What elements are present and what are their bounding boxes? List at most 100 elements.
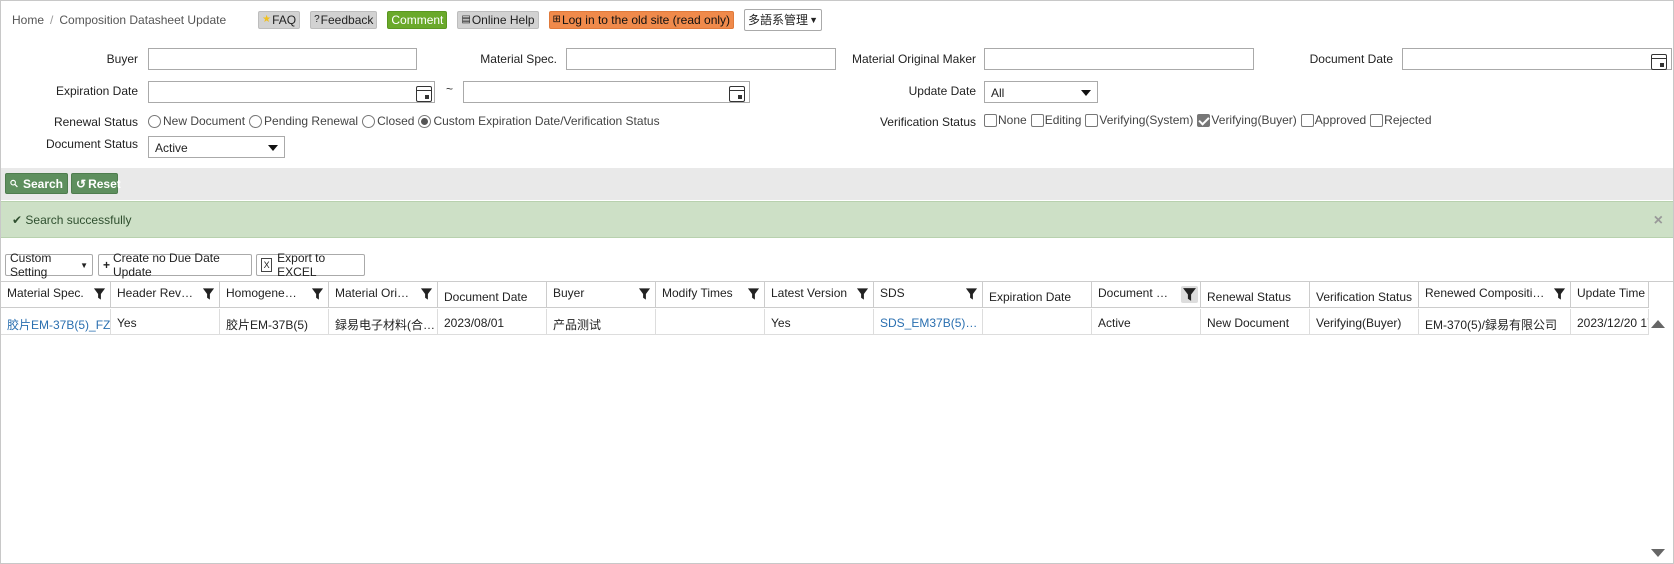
verification-check-approved[interactable] — [1300, 113, 1314, 127]
table-cell: 胶片EM-37B(5) — [220, 309, 329, 335]
star-icon: ★ — [262, 14, 272, 25]
scroll-down-icon[interactable] — [1651, 549, 1665, 557]
table-cell: New Document — [1201, 309, 1310, 335]
scroll-up-icon[interactable] — [1651, 320, 1665, 328]
custom-setting-dropdown[interactable]: Custom Setting ▼ — [5, 251, 93, 279]
filter-icon[interactable] — [965, 287, 978, 301]
column-header[interactable]: Renewal Status — [1201, 282, 1310, 308]
column-header[interactable]: Document Date — [438, 282, 547, 308]
column-title: Buyer — [553, 286, 585, 300]
filter-icon[interactable] — [1181, 286, 1198, 303]
filter-icon[interactable] — [1553, 287, 1566, 301]
verification-check-none[interactable] — [984, 113, 997, 127]
filter-icon[interactable] — [202, 287, 215, 301]
plus-icon: + — [103, 258, 111, 272]
expiration-date-to-input[interactable] — [463, 81, 750, 103]
filter-icon[interactable] — [420, 287, 433, 301]
online-help-button[interactable]: ▤ Online Help — [457, 11, 539, 29]
renewal-radio-closed[interactable] — [362, 114, 376, 128]
table-cell-link[interactable]: SDS_EM37B(5)… — [874, 309, 983, 335]
filter-icon[interactable] — [311, 287, 324, 301]
column-title: Header Rev… — [117, 286, 194, 300]
table-row[interactable]: 胶片EM-37B(5)_FZ Yes 胶片EM-37B(5) 録易电子材料(合…… — [1, 309, 1649, 335]
undo-icon: ↺ — [76, 176, 87, 191]
export-label: Export to EXCEL — [277, 251, 326, 279]
expiration-date-label: Expiration Date — [55, 84, 138, 98]
column-header[interactable]: Document … — [1092, 282, 1201, 308]
breadcrumb-home[interactable]: Home — [12, 13, 44, 27]
create-no-due-date-button[interactable]: + Create no Due Date Update — [98, 251, 252, 279]
language-dropdown[interactable]: 多語系管理 ▼ — [744, 9, 822, 31]
feedback-label: Feedback — [320, 13, 374, 27]
verification-check-editing[interactable] — [1030, 113, 1044, 127]
table-cell: EM-370(5)/録易有限公司 — [1419, 309, 1571, 335]
column-title: Update Time — [1577, 286, 1646, 300]
caret-down-icon — [1081, 90, 1091, 96]
column-header[interactable]: Renewed Compositi… — [1419, 282, 1571, 308]
filter-icon[interactable] — [93, 287, 106, 301]
verification-check-rejected[interactable] — [1370, 113, 1384, 127]
renewal-radio-new[interactable] — [148, 114, 161, 128]
material-maker-input[interactable] — [984, 48, 1254, 70]
verification-check-verifying-buyer[interactable] — [1197, 113, 1211, 127]
table-cell-link[interactable]: 胶片EM-37B(5)_FZ — [1, 309, 111, 335]
column-title: Verification Status — [1316, 290, 1413, 304]
search-label: Search — [22, 176, 63, 191]
verification-status-group: None Editing Verifying(System) Verifying… — [984, 113, 1436, 127]
column-header[interactable]: Buyer — [547, 282, 656, 308]
table-cell: 録易电子材料(合… — [329, 309, 438, 335]
verification-option-label: Verifying(Buyer) — [1211, 113, 1297, 127]
renewal-radio-pending[interactable] — [249, 114, 263, 128]
calendar-icon[interactable] — [1651, 54, 1667, 70]
top-bar: Home / Composition Datasheet Update ★ FAQ… — [12, 8, 832, 32]
reset-button[interactable]: ↺ Reset — [71, 173, 121, 194]
calendar-icon[interactable] — [729, 86, 745, 102]
renewal-option-label: Closed — [377, 114, 415, 128]
column-header[interactable]: Expiration Date — [983, 282, 1092, 308]
filter-icon[interactable] — [856, 287, 869, 301]
verification-option-label: Rejected — [1384, 113, 1432, 127]
search-icon — [10, 179, 18, 188]
expiration-date-from-input[interactable] — [148, 81, 435, 103]
table-cell: Verifying(Buyer) — [1310, 309, 1419, 335]
alert-message: ✔ Search successfully — [12, 213, 131, 227]
table-cell: Yes — [111, 309, 220, 335]
document-status-select[interactable]: Active — [148, 136, 285, 158]
search-button[interactable]: Search — [5, 173, 68, 194]
comment-button[interactable]: Comment — [387, 11, 448, 29]
feedback-button[interactable]: ? Feedback — [310, 11, 378, 29]
calendar-icon[interactable] — [416, 86, 432, 102]
column-header[interactable]: Header Rev… — [111, 282, 220, 308]
column-title: Material Spec. — [7, 286, 84, 300]
renewal-status-label: Renewal Status — [53, 115, 138, 129]
breadcrumb-current: Composition Datasheet Update — [59, 13, 227, 27]
column-title: Expiration Date — [989, 290, 1072, 304]
buyer-label: Buyer — [106, 52, 138, 66]
filter-icon[interactable] — [638, 287, 651, 301]
column-header[interactable]: Latest Version — [765, 282, 874, 308]
close-icon[interactable]: × — [1654, 212, 1663, 230]
check-icon: ✔ — [12, 213, 23, 227]
document-status-label: Document Status — [45, 137, 138, 151]
table-cell: 2023/08/01 — [438, 309, 547, 335]
export-excel-button[interactable]: X Export to EXCEL — [256, 251, 365, 279]
buyer-input[interactable] — [148, 48, 417, 70]
filter-icon[interactable] — [747, 287, 760, 301]
column-header[interactable]: Material Spec. — [1, 282, 111, 308]
alert-text: Search successfully — [25, 213, 132, 227]
faq-button[interactable]: ★ FAQ — [258, 11, 301, 29]
verification-check-verifying-system[interactable] — [1085, 113, 1099, 127]
column-header[interactable]: Modify Times — [656, 282, 765, 308]
renewal-radio-custom[interactable] — [418, 114, 432, 128]
update-date-select[interactable]: All — [984, 81, 1098, 103]
column-header[interactable]: SDS — [874, 282, 983, 308]
column-header[interactable]: Homogene… — [220, 282, 329, 308]
column-header[interactable]: Material Ori… — [329, 282, 438, 308]
column-header[interactable]: Update Time — [1571, 282, 1649, 308]
book-icon: ▤ — [461, 14, 471, 25]
material-spec-input[interactable] — [566, 48, 836, 70]
table-cell — [983, 309, 1092, 335]
column-header[interactable]: Verification Status — [1310, 282, 1419, 308]
old-site-button[interactable]: ⊞ Log in to the old site (read only) — [548, 11, 735, 29]
document-date-input[interactable] — [1402, 48, 1672, 70]
